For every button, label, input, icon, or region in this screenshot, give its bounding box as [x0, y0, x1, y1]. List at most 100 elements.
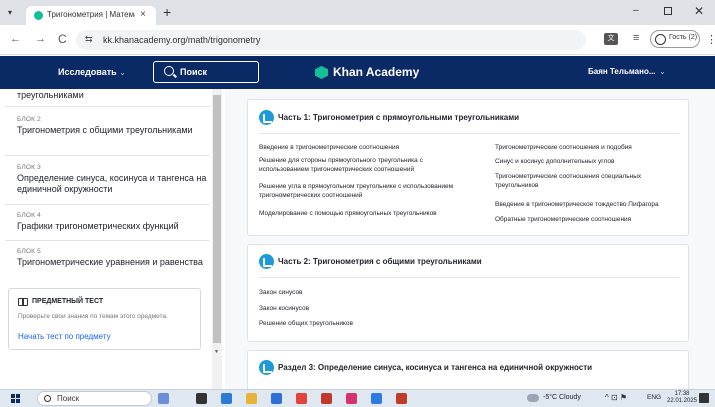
lesson-link[interactable]: Закон синусов [259, 289, 303, 298]
user-menu-button[interactable]: Баян Тельмано... ⌄ [588, 67, 665, 76]
forward-button[interactable]: → [35, 33, 46, 45]
lesson-link[interactable]: Решение общих треугольников [259, 320, 353, 329]
url-text[interactable]: kk.khanacademy.org/math/trigonometry [103, 35, 260, 45]
profile-label: Гость (2) [669, 34, 698, 41]
os-taskbar: Поиск -5°C Cloudy ^ ⊡ ⚑ ENG 17:38 22.01.… [0, 389, 715, 407]
unit-test-card: ПРЕДМЕТНЫЙ ТЕСТ Проверьте свои знания по… [8, 288, 201, 350]
lesson-link[interactable]: Обратные тригонометрические соотношения [495, 216, 685, 225]
khan-favicon-icon [34, 11, 43, 20]
window-maximize-button[interactable] [664, 7, 672, 15]
search-icon [164, 66, 174, 76]
clock-time: 17:38 [674, 391, 690, 397]
sidebar-item-unit-5[interactable]: БЛОК 5 Тригонометрические уравнения и ра… [17, 248, 207, 268]
unit-kicker: БЛОК 5 [17, 248, 41, 255]
khan-logo-icon[interactable] [315, 66, 328, 79]
lesson-link[interactable]: Решение угла в прямоугольном треугольник… [259, 183, 469, 200]
part-2-title[interactable]: Часть 2: Тригонометрия с общими треуголь… [278, 257, 482, 266]
unit-title: Тригонометрия с общими треугольниками [17, 125, 193, 135]
unit-progress-icon [259, 360, 274, 375]
site-logo[interactable]: Khan Academy [333, 65, 419, 79]
file-explorer-icon[interactable] [246, 393, 257, 404]
new-tab-button[interactable]: + [163, 4, 171, 20]
part-3-title[interactable]: Раздел 3: Определение синуса, косинуса и… [278, 363, 592, 372]
lesson-link[interactable]: Моделирование с помощью прямоугольных тр… [259, 210, 474, 219]
divider [5, 204, 210, 205]
url-input[interactable]: ⇆ kk.khanacademy.org/math/trigonometry [76, 30, 586, 50]
profile-button[interactable]: Гость (2) [650, 30, 700, 48]
window-minimize-button[interactable]: – [633, 5, 639, 16]
sidebar-item-unit-1-title[interactable]: треугольниками [17, 90, 84, 100]
back-button[interactable]: ← [10, 33, 21, 45]
unit-kicker: БЛОК 4 [17, 212, 41, 219]
unit-title: Графики тригонометрических функций [17, 221, 179, 231]
lesson-link[interactable]: Закон косинусов [259, 305, 309, 314]
explore-menu-button[interactable]: Исследовать ⌄ [58, 67, 126, 77]
lesson-link[interactable]: Введение в тригонометрические соотношени… [259, 144, 469, 153]
cloud-icon [527, 394, 539, 402]
unit-kicker: БЛОК 2 [17, 116, 41, 123]
unit-progress-icon [259, 110, 274, 125]
browser-tab[interactable]: Тригонометрия | Математика × [26, 6, 156, 25]
clock-date: 22.01.2025 [667, 398, 698, 404]
chevron-down-icon: ⌄ [659, 69, 666, 76]
app-icon[interactable] [396, 393, 407, 404]
lesson-link[interactable]: Тригонометрические соотношения специальн… [495, 173, 685, 190]
divider [5, 106, 210, 107]
sidebar-item-unit-4[interactable]: БЛОК 4 Графики тригонометрических функци… [17, 212, 207, 232]
app-icon[interactable] [346, 393, 357, 404]
part-3-card: Раздел 3: Определение синуса, косинуса и… [247, 350, 689, 389]
app-icon[interactable] [321, 393, 332, 404]
part-1-card: Часть 1: Тригонометрия с прямоугольными … [247, 99, 689, 236]
scroll-down-arrow-icon[interactable]: ▼ [214, 349, 219, 355]
tab-search-chevron-icon[interactable]: ▾ [8, 9, 18, 17]
lesson-link[interactable]: Решение для стороны прямоугольного треуг… [259, 157, 469, 174]
weather-status[interactable]: -5°C Cloudy [543, 394, 581, 401]
tab-title: Тригонометрия | Математика [47, 10, 135, 19]
widgets-icon[interactable] [158, 393, 169, 404]
part-1-title[interactable]: Часть 1: Тригонометрия с прямоугольными … [278, 113, 519, 122]
translate-icon[interactable]: 文 [604, 33, 618, 45]
search-icon [44, 395, 51, 402]
divider [259, 277, 679, 278]
app-icon[interactable] [371, 393, 382, 404]
lesson-link[interactable]: Тригонометрические соотношения и подобия [495, 144, 685, 153]
language-indicator[interactable]: ENG [647, 394, 661, 401]
browser-tabstrip: ▾ Тригонометрия | Математика × + – ✕ [0, 0, 715, 25]
tab-search-icon[interactable]: ≡ [633, 32, 639, 44]
chevron-down-icon: ⌄ [119, 70, 126, 77]
clock[interactable]: 17:38 22.01.2025 [667, 391, 697, 405]
notification-icon[interactable] [699, 393, 709, 403]
search-button[interactable]: Поиск [153, 61, 259, 83]
course-sidebar: треугольниками БЛОК 2 Тригонометрия с об… [0, 89, 225, 389]
divider [5, 155, 210, 156]
edge-icon[interactable] [221, 393, 232, 404]
browser-menu-icon[interactable]: ⋮ [706, 33, 715, 46]
user-name: Баян Тельмано... [588, 67, 656, 76]
chrome-icon[interactable] [296, 393, 307, 404]
sidebar-item-unit-2[interactable]: БЛОК 2 Тригонометрия с общими треугольни… [17, 116, 207, 136]
tab-close-icon[interactable]: × [140, 9, 146, 20]
sidebar-scrollbar-thumb[interactable] [213, 95, 221, 343]
store-icon[interactable] [271, 393, 282, 404]
avatar-icon [655, 34, 666, 45]
lesson-link[interactable]: Синус и косинус дополнительных углов [495, 158, 685, 167]
unit-title: Определение синуса, косинуса и тангенса … [17, 173, 207, 194]
book-icon [18, 298, 28, 306]
divider [5, 240, 210, 241]
window-close-button[interactable]: ✕ [694, 4, 704, 18]
part-2-card: Часть 2: Тригонометрия с общими треуголь… [247, 244, 689, 342]
unit-kicker: БЛОК 3 [17, 164, 41, 171]
address-bar: ← → C ⇆ kk.khanacademy.org/math/trigonom… [0, 25, 715, 55]
windows-start-icon[interactable] [11, 394, 21, 404]
sidebar-item-unit-3[interactable]: БЛОК 3 Определение синуса, косинуса и та… [17, 164, 207, 195]
system-tray-icons[interactable]: ^ ⊡ ⚑ [605, 393, 627, 402]
task-view-icon[interactable] [196, 393, 207, 404]
taskbar-search-input[interactable]: Поиск [37, 391, 152, 406]
lesson-link[interactable]: Введение в тригонометрическое тождество … [495, 201, 685, 210]
reload-button[interactable]: C [58, 32, 67, 46]
explore-label: Исследовать [58, 67, 117, 77]
main-content: Часть 1: Тригонометрия с прямоугольными … [225, 89, 715, 389]
start-unit-test-link[interactable]: Начать тест по предмету [18, 332, 111, 341]
unit-progress-icon [259, 254, 274, 269]
site-info-icon[interactable]: ⇆ [85, 34, 93, 45]
